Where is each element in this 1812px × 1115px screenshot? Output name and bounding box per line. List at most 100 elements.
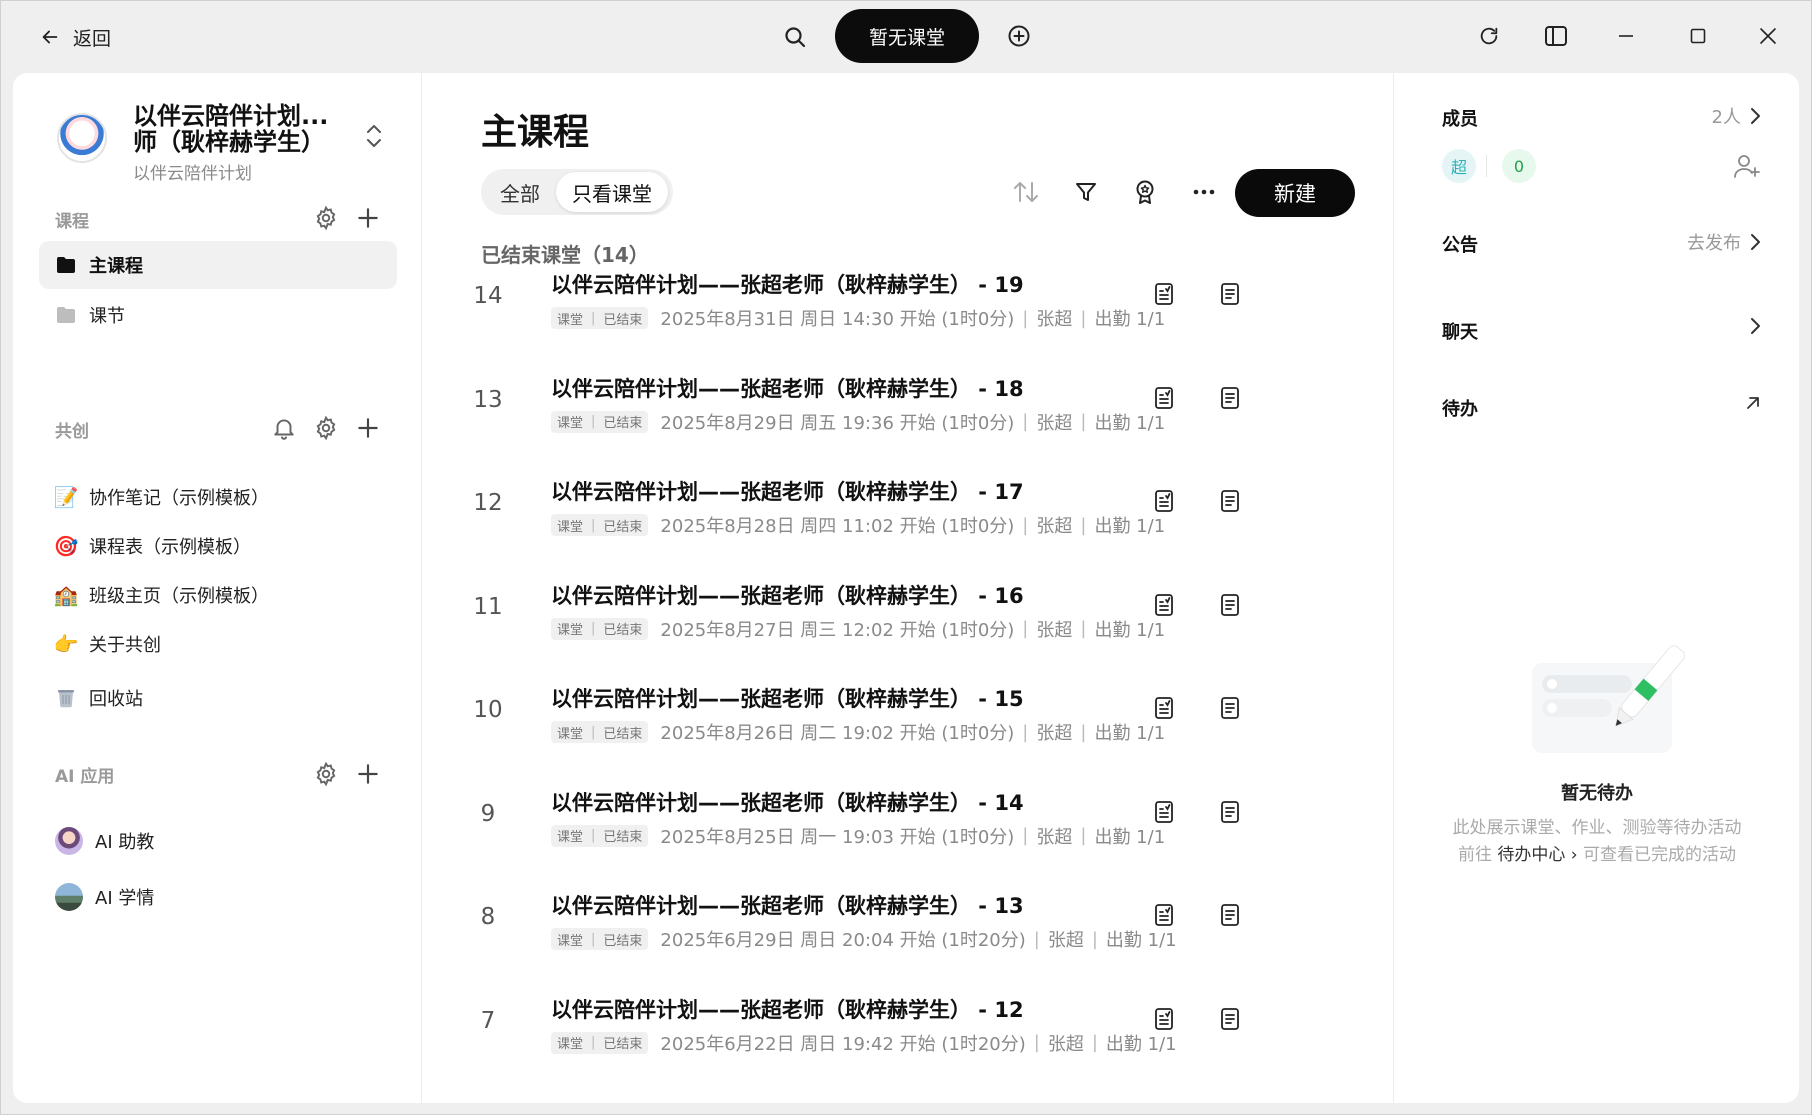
filter-all-tab[interactable]: 全部	[484, 172, 556, 212]
row-time: 2025年8月29日 周五 19:36 开始 (1时0分)	[660, 412, 1015, 434]
row-title: 以伴云陪伴计划——张超老师（耿梓赫学生） - 16	[551, 583, 1024, 608]
row-time: 2025年8月26日 周二 19:02 开始 (1时0分)	[660, 723, 1015, 744]
plus-icon[interactable]	[355, 761, 381, 787]
class-notes-button[interactable]	[1213, 898, 1247, 932]
search-button[interactable]	[779, 21, 811, 53]
empty-desc-line2: 前往 待办中心 › 可查看已完成的活动	[1394, 842, 1799, 869]
member-avatar[interactable]: 超	[1442, 149, 1476, 183]
close-button[interactable]	[1751, 20, 1785, 52]
class-report-button[interactable]	[1147, 381, 1181, 415]
badge-button[interactable]	[1128, 175, 1162, 209]
members-count: 2人	[1711, 107, 1741, 128]
class-notes-button[interactable]	[1213, 795, 1247, 829]
publish-notice-label: 去发布	[1687, 233, 1741, 254]
course-list-pane: 主课程 全部 只看课堂 新建 已结束课堂（14） 14 以伴云陪伴计划——张超老…	[423, 73, 1393, 1103]
table-row[interactable]: 10 以伴云陪伴计划——张超老师（耿梓赫学生） - 15 课堂 | 已结束 2025…	[463, 675, 1363, 775]
title-bar: 返回 暂无课堂	[1, 1, 1811, 73]
class-report-button[interactable]	[1147, 898, 1181, 932]
sidebar-item-label: AI 学情	[95, 888, 155, 909]
gear-icon[interactable]	[313, 415, 339, 441]
class-report-button[interactable]	[1147, 691, 1181, 725]
minimize-button[interactable]	[1609, 20, 1643, 52]
add-button[interactable]	[1003, 20, 1035, 52]
tag-ended: 已结束	[603, 933, 643, 949]
sidebar-item-label: 主课程	[89, 256, 143, 277]
maximize-button[interactable]	[1681, 20, 1715, 52]
class-report-button[interactable]	[1147, 484, 1181, 518]
class-notes-button[interactable]	[1213, 1002, 1247, 1036]
empty-todo-description: 此处展示课堂、作业、测验等待办活动 前往 待办中心 › 可查看已完成的活动	[1394, 815, 1799, 869]
table-row[interactable]: 14 以伴云陪伴计划——张超老师（耿梓赫学生） - 19 课堂 | 已结束 2025…	[463, 261, 1363, 361]
row-title: 以伴云陪伴计划——张超老师（耿梓赫学生） - 13	[551, 894, 1024, 918]
report-doc-icon	[1155, 283, 1173, 305]
status-badge: 课堂 | 已结束	[551, 824, 649, 847]
back-button[interactable]: 返回	[39, 21, 111, 53]
sidebar-icon	[1545, 26, 1567, 46]
sidebar-item-ai-assistant[interactable]: AI 助教	[39, 817, 397, 865]
add-user-icon[interactable]	[1733, 153, 1761, 179]
class-notes-button[interactable]	[1213, 588, 1247, 622]
class-notes-button[interactable]	[1213, 691, 1247, 725]
chevron-up-down-icon[interactable]	[363, 121, 385, 151]
sort-button[interactable]	[1009, 175, 1043, 209]
empty-desc-line1: 此处展示课堂、作业、测验等待办活动	[1452, 818, 1742, 838]
sidebar-item-collab-notes[interactable]: 📝 协作笔记（示例模板）	[39, 473, 397, 521]
gear-icon[interactable]	[313, 761, 339, 787]
gear-icon[interactable]	[313, 205, 339, 231]
class-notes-button[interactable]	[1213, 484, 1247, 518]
row-index: 14	[473, 283, 503, 309]
table-row[interactable]: 9 以伴云陪伴计划——张超老师（耿梓赫学生） - 14 课堂 | 已结束 2025年…	[463, 779, 1363, 879]
tag-ended: 已结束	[603, 726, 643, 742]
plus-icon[interactable]	[355, 415, 381, 441]
row-index: 12	[473, 490, 503, 516]
table-row[interactable]: 8 以伴云陪伴计划——张超老师（耿梓赫学生） - 13 课堂 | 已结束 2025年…	[463, 882, 1363, 982]
row-title: 以伴云陪伴计划——张超老师（耿梓赫学生） - 19	[551, 273, 1024, 297]
tag-class: 课堂	[557, 519, 584, 535]
members-link[interactable]: 2人	[1712, 103, 1761, 129]
table-row[interactable]: 13 以伴云陪伴计划——张超老师（耿梓赫学生） - 18 课堂 | 已结束 2025…	[463, 365, 1363, 465]
table-row[interactable]: 12 以伴云陪伴计划——张超老师（耿梓赫学生） - 17 课堂 | 已结束 2025…	[463, 468, 1363, 568]
new-button[interactable]: 新建	[1235, 169, 1355, 217]
sidebar-toggle-button[interactable]	[1539, 20, 1573, 52]
sidebar-item-ai-analytics[interactable]: AI 学情	[39, 873, 397, 921]
status-badge: 课堂 | 已结束	[551, 928, 649, 950]
filter-classes-only-tab[interactable]: 只看课堂	[556, 172, 668, 212]
sidebar-item-schedule[interactable]: 🎯 课程表（示例模板）	[39, 522, 397, 570]
chat-link[interactable]	[1749, 317, 1761, 335]
publish-notice-link[interactable]: 去发布	[1687, 229, 1761, 255]
tag-ended: 已结束	[603, 416, 643, 431]
table-row[interactable]: 7 以伴云陪伴计划——张超老师（耿梓赫学生） - 12 课堂 | 已结束 2025年…	[463, 986, 1363, 1086]
sidebar-item-trash[interactable]: 回收站	[39, 674, 397, 722]
status-badge: 课堂 | 已结束	[551, 1031, 649, 1054]
left-sidebar: 以伴云陪伴计划... 师（耿梓赫学生） 以伴云陪伴计划 课程 主课程 课节 共创…	[13, 73, 422, 1103]
class-report-button[interactable]	[1147, 795, 1181, 829]
more-button[interactable]	[1187, 175, 1221, 209]
class-notes-button[interactable]	[1213, 381, 1247, 415]
row-index: 9	[480, 800, 496, 827]
todo-center-link[interactable]: 待办中心 ›	[1497, 845, 1577, 865]
sidebar-item-class-home[interactable]: 🏫 班级主页（示例模板）	[39, 571, 397, 619]
empty-todo-title: 暂无待办	[1561, 783, 1633, 804]
table-row[interactable]: 11 以伴云陪伴计划——张超老师（耿梓赫学生） - 16 课堂 | 已结束 2025…	[463, 572, 1363, 672]
class-report-button[interactable]	[1147, 277, 1181, 311]
report-doc-icon	[1155, 593, 1173, 616]
row-time: 2025年6月29日 周日 20:04 开始 (1时20分)	[660, 930, 1026, 951]
member-count-badge[interactable]: 0	[1502, 149, 1536, 183]
bell-icon[interactable]	[271, 415, 297, 441]
sidebar-item-main-course[interactable]: 主课程	[39, 241, 397, 289]
class-report-button[interactable]	[1147, 588, 1181, 622]
document-icon	[1221, 386, 1239, 409]
sidebar-item-lessons[interactable]: 课节	[39, 291, 397, 339]
current-class-pill[interactable]: 暂无课堂	[835, 9, 979, 63]
sidebar-item-about-cocreate[interactable]: 👉 关于共创	[39, 620, 397, 668]
courses-section-label: 课程	[55, 212, 89, 232]
class-notes-button[interactable]	[1213, 277, 1247, 311]
org-header[interactable]: 以伴云陪伴计划... 师（耿梓赫学生） 以伴云陪伴计划	[57, 103, 397, 193]
ai-section-label: AI 应用	[55, 767, 115, 787]
refresh-button[interactable]	[1473, 20, 1505, 52]
filter-button[interactable]	[1069, 175, 1103, 209]
plus-icon[interactable]	[355, 205, 381, 231]
row-title: 以伴云陪伴计划——张超老师（耿梓赫学生） - 17	[551, 480, 1024, 504]
todo-open-link[interactable]	[1745, 395, 1761, 411]
class-report-button[interactable]	[1147, 1002, 1181, 1036]
